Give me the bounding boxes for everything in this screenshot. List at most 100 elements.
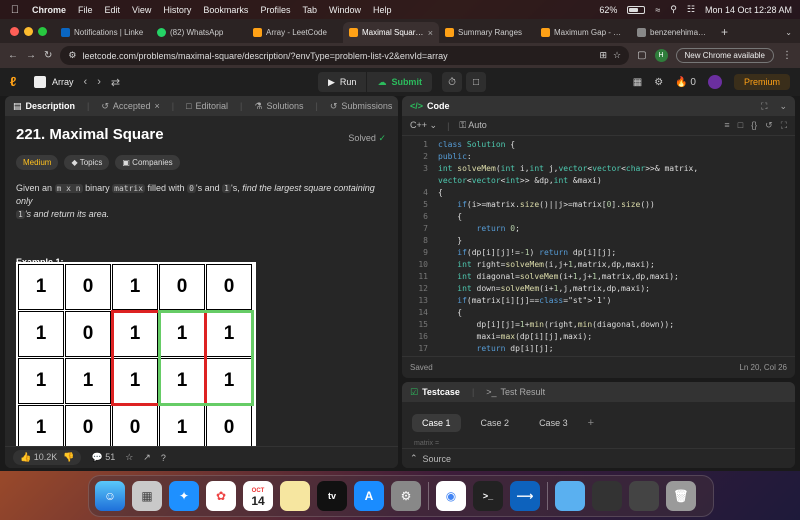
tab-solutions[interactable]: ⚗ Solutions [254, 101, 303, 112]
update-chrome-button[interactable]: New Chrome available [675, 48, 774, 63]
shuffle-icon[interactable]: ⇄ [111, 76, 120, 89]
problem-title[interactable]: 221. Maximal Square [16, 126, 387, 143]
prev-problem-icon[interactable]: ‹ [84, 76, 88, 88]
tab-description[interactable]: ▤ Description [13, 101, 75, 112]
extensions-icon[interactable]: ▢ [637, 50, 646, 61]
app-store-icon[interactable]: A [354, 481, 384, 511]
browser-tab[interactable]: Maximum Gap - Leet [535, 22, 631, 43]
like-button[interactable]: 👍 10.2K [20, 452, 57, 463]
folder-icon[interactable] [555, 481, 585, 511]
chrome-app-icon[interactable]: ◉ [436, 481, 466, 511]
code-line[interactable]: } [438, 236, 462, 245]
timer-icon[interactable]: ⏱ [442, 72, 462, 92]
code-line[interactable]: maxi=max(dp[i][j],maxi); [438, 332, 593, 341]
browser-tab[interactable]: Array - LeetCode [247, 22, 343, 43]
new-tab-button[interactable]: + [715, 22, 734, 43]
add-case-icon[interactable]: + [588, 417, 594, 429]
code-line[interactable]: { [438, 308, 462, 317]
apple-tv-icon[interactable]: tv [317, 481, 347, 511]
menu-app-name[interactable]: Chrome [32, 5, 66, 15]
browser-tab[interactable]: (82) WhatsApp [151, 22, 247, 43]
star-icon[interactable]: ☆ [125, 452, 133, 463]
tab-editorial[interactable]: □ Editorial [186, 101, 228, 111]
url-text[interactable]: leetcode.com/problems/maximal-square/des… [82, 51, 593, 61]
streak-counter[interactable]: 🔥 0 [675, 77, 696, 88]
code-line[interactable]: int solveMem(int i,int j,vector<vector<c… [438, 164, 698, 173]
premium-button[interactable]: Premium [733, 74, 790, 90]
settings-gear-icon[interactable]: ⚙ [654, 77, 663, 88]
comments-button[interactable]: 💬 51 [91, 452, 115, 463]
dislike-icon[interactable]: 👎 [63, 452, 74, 463]
menu-profiles[interactable]: Profiles [260, 5, 290, 15]
help-icon[interactable]: ? [161, 453, 166, 463]
code-editor[interactable]: 1 class Solution {2 public: 3 int solveMem(i… [402, 136, 795, 356]
menu-window[interactable]: Window [329, 5, 361, 15]
wifi-icon[interactable]: ≈ [655, 5, 660, 15]
apple-icon[interactable]:  [8, 4, 22, 16]
run-button[interactable]: ▶ Run [318, 72, 368, 92]
browser-tab-active[interactable]: Maximal Square - Le × [343, 22, 439, 43]
clock[interactable]: Mon 14 Oct 12:28 AM [705, 5, 792, 15]
code-tab[interactable]: </> Code [410, 101, 450, 111]
code-line[interactable]: { [438, 188, 443, 197]
bookmark-icon[interactable]: □ [738, 120, 743, 131]
code-line[interactable]: if(matrix[i][j]==class="st">'1') [438, 296, 611, 305]
more-menu-icon[interactable]: ⋮ [782, 50, 792, 61]
code-line[interactable]: vector<vector<int>> &dp,int &maxi) [438, 176, 602, 185]
braces-icon[interactable]: {} [751, 120, 757, 131]
menu-edit[interactable]: Edit [105, 5, 121, 15]
recent-window-icon[interactable] [629, 481, 659, 511]
close-tab-icon[interactable]: × [428, 28, 433, 38]
site-info-icon[interactable]: ⚙ [68, 50, 76, 61]
calendar-icon[interactable]: OCT 14 [243, 481, 273, 511]
browser-tab[interactable]: benzenehimanshu [631, 22, 715, 43]
code-line[interactable]: int down=solveMem(i+1,j,matrix,dp,maxi); [438, 284, 650, 293]
code-line[interactable]: if(i>=matrix.size()||j>=matrix[0].size()… [438, 200, 655, 209]
photos-icon[interactable]: ✿ [206, 481, 236, 511]
code-line[interactable]: int right=solveMem(i,j+1,matrix,dp,maxi)… [438, 260, 655, 269]
share-icon[interactable]: ↗ [143, 452, 151, 463]
problem-list-button[interactable]: Array [34, 76, 74, 88]
tab-search-icon[interactable]: ⌄ [777, 22, 800, 43]
forward-icon[interactable]: → [26, 50, 36, 61]
menu-file[interactable]: File [78, 5, 93, 15]
code-line[interactable]: if(dp[i][j]!=-1) return dp[i][j]; [438, 248, 616, 257]
next-problem-icon[interactable]: › [97, 76, 101, 88]
close-tab-icon[interactable]: × [154, 101, 159, 111]
system-settings-icon[interactable]: ⚙ [391, 481, 421, 511]
launchpad-icon[interactable]: ▦ [132, 481, 162, 511]
menu-bookmarks[interactable]: Bookmarks [203, 5, 248, 15]
case-1-tab[interactable]: Case 1 [412, 414, 461, 432]
language-select[interactable]: C++ ⌄ [410, 120, 437, 131]
layout-icon[interactable]: ▦ [633, 77, 642, 88]
close-window-button[interactable] [10, 26, 19, 36]
menu-tab[interactable]: Tab [302, 5, 317, 15]
browser-tab[interactable]: Summary Ranges [439, 22, 535, 43]
back-icon[interactable]: ← [8, 50, 18, 61]
test-result-tab[interactable]: >_ Test Result [486, 387, 545, 397]
code-line[interactable]: class Solution { [438, 140, 515, 149]
search-icon[interactable]: ⚲ [670, 4, 677, 15]
install-icon[interactable]: ⊞ [599, 50, 607, 61]
user-avatar[interactable] [707, 75, 722, 89]
tab-accepted[interactable]: ↺ Accepted × [101, 101, 159, 112]
format-icon[interactable]: ≡ [724, 120, 729, 131]
browser-tab[interactable]: Notifications | Linke [55, 22, 151, 43]
maximize-icon[interactable]: ⛶ [761, 101, 767, 112]
fullscreen-icon[interactable]: ⛶ [781, 120, 787, 131]
reset-icon[interactable]: ↺ [765, 120, 773, 131]
menu-view[interactable]: View [132, 5, 151, 15]
control-center-icon[interactable]: ☷ [687, 4, 695, 15]
reload-icon[interactable]: ↻ [44, 50, 52, 61]
notes-app-icon[interactable] [280, 481, 310, 511]
recent-window-icon[interactable] [592, 481, 622, 511]
case-3-tab[interactable]: Case 3 [529, 414, 578, 432]
terminal-app-icon[interactable]: >_ [473, 481, 503, 511]
safari-icon[interactable]: ✦ [169, 481, 199, 511]
topics-tag[interactable]: ◆ Topics [64, 155, 110, 170]
code-line[interactable]: return dp[i][j]; [438, 344, 554, 353]
tab-submissions[interactable]: ↺ Submissions [330, 101, 393, 112]
leetcode-logo-icon[interactable]: ℓ [10, 75, 24, 89]
menu-history[interactable]: History [163, 5, 191, 15]
testcase-tab[interactable]: ☑ Testcase [410, 387, 460, 398]
